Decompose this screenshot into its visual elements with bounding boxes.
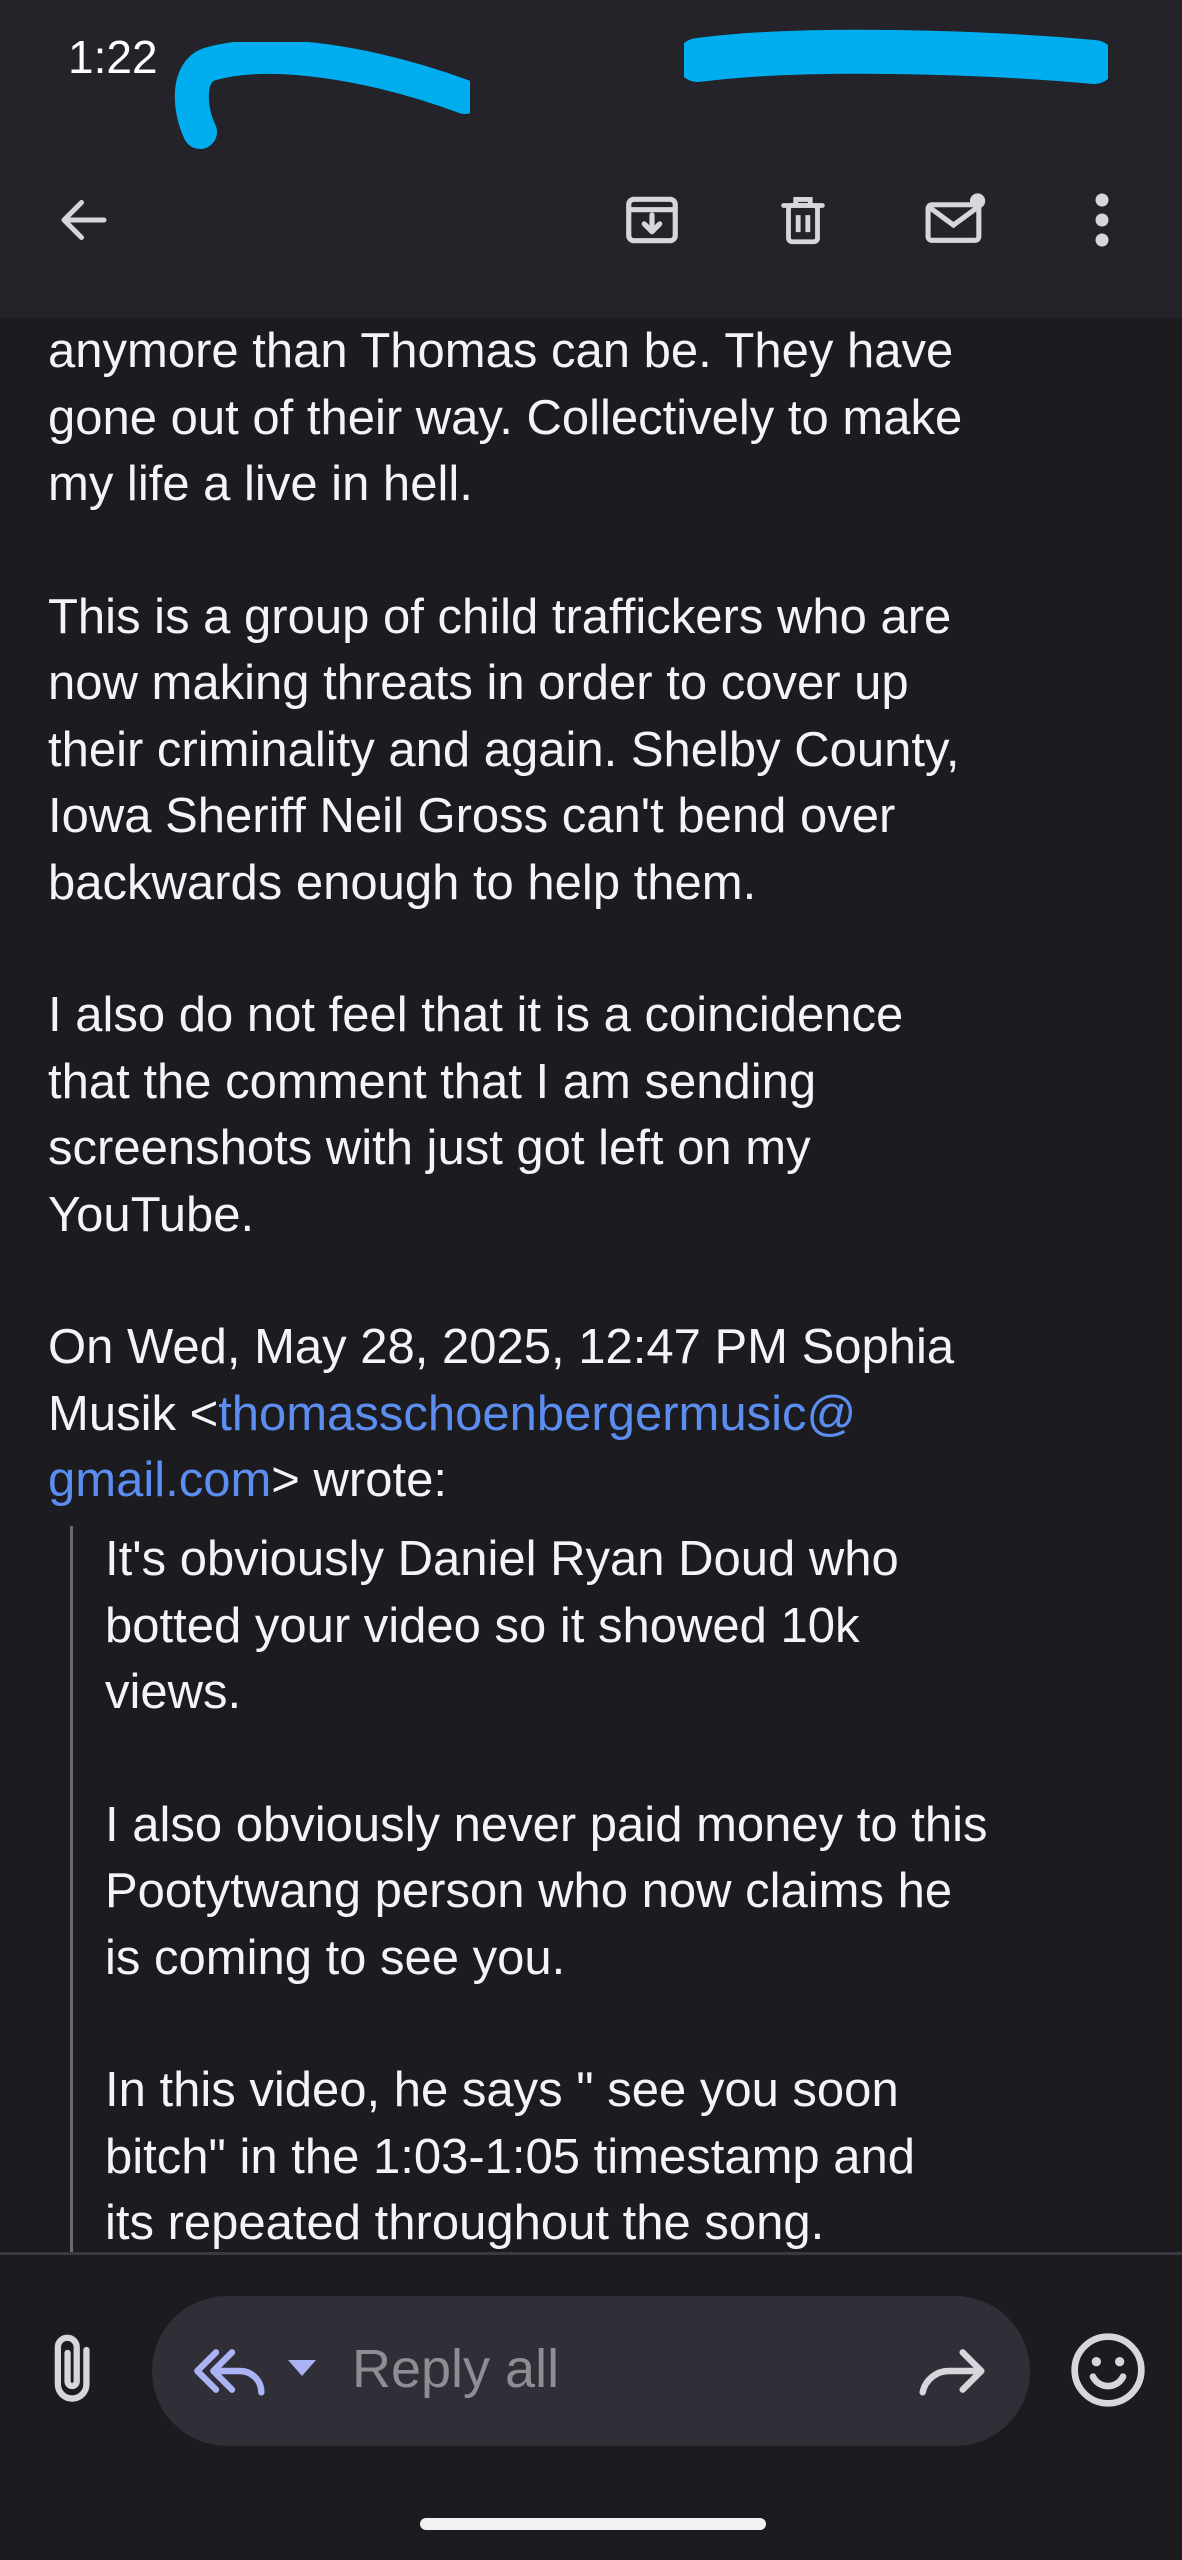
quoted-paragraph: It's obviously Daniel Ryan Doud who bott… [105,1532,899,1719]
more-vert-icon [1095,193,1109,247]
arrow-left-icon [61,200,107,240]
delete-button[interactable] [763,180,843,260]
paperclip-icon[interactable] [40,2330,110,2410]
email-paragraph: anymore than Thomas can be. They have go… [48,324,963,511]
quoted-message: It's obviously Daniel Ryan Doud who bott… [70,1526,1133,2252]
forward-icon[interactable] [912,2336,992,2406]
email-body: anymore than Thomas can be. They have go… [48,318,1138,1514]
quoted-paragraph: I also obviously never paid money to thi… [105,1797,988,1985]
archive-button[interactable] [612,180,692,260]
reply-all-field[interactable]: Reply all [152,2296,1030,2446]
reply-all-icon[interactable] [192,2336,272,2406]
status-time: 1:22 [68,31,158,83]
chevron-down-icon[interactable] [282,2346,322,2386]
redaction-scribble-left [174,42,470,149]
quote-attribution: On Wed, May 28, 2025, 12:47 PM Sophia Mu… [48,1314,1138,1514]
reply-all-placeholder[interactable]: Reply all [352,2338,559,2400]
more-options-button[interactable] [1062,180,1142,260]
mail-unread-icon [925,193,986,243]
quoted-paragraph: In this video, he says " see you soon bi… [105,2063,916,2250]
archive-icon [626,196,678,244]
email-paragraph: I also do not feel that it is a coincide… [48,988,904,1242]
emoji-icon[interactable] [1068,2330,1148,2410]
back-button[interactable] [44,180,124,260]
home-indicator[interactable] [420,2518,766,2530]
trash-icon [781,197,825,245]
redaction-scribble-right [684,29,1108,84]
email-paragraph: This is a group of child traffickers who… [48,589,960,910]
mark-unread-button[interactable] [916,180,996,260]
attribution-suffix: > wrote: [271,1453,447,1507]
top-app-bar: 1:22 [0,0,1182,318]
